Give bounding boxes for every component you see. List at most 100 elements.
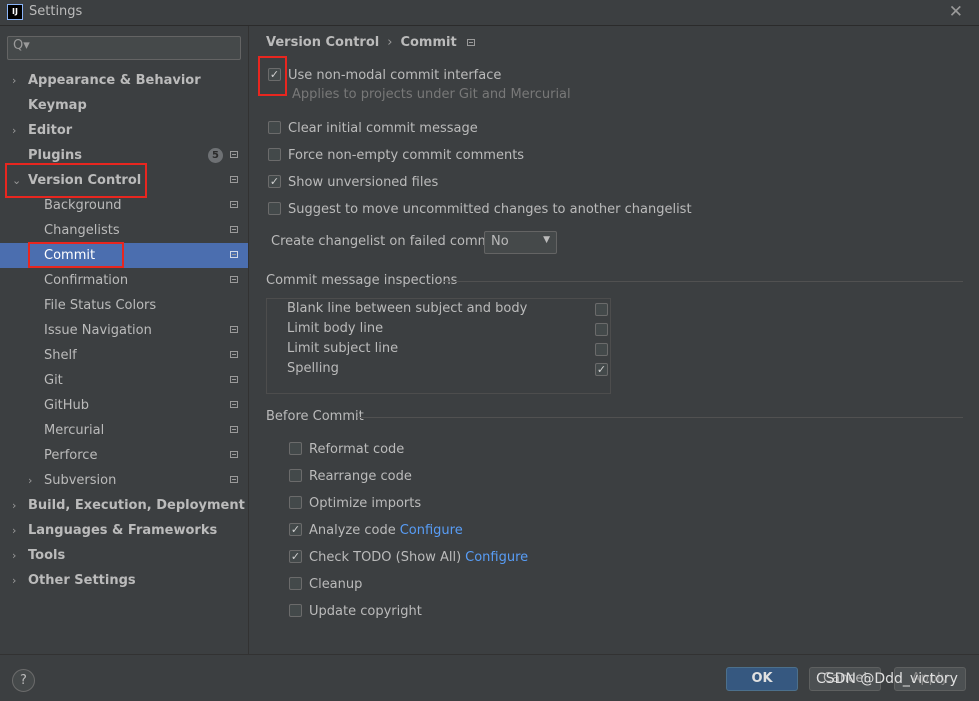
checkbox-checked-icon[interactable]: ✓	[268, 68, 281, 81]
checkbox-checked-icon[interactable]: ✓	[289, 550, 302, 563]
search-input[interactable]	[32, 39, 236, 57]
project-settings-icon	[230, 276, 238, 283]
project-settings-icon	[230, 401, 238, 408]
checkbox-unchecked-icon[interactable]	[289, 442, 302, 455]
chevron-down-icon: ▼	[543, 235, 550, 245]
chevron-right-icon[interactable]: ›	[12, 568, 16, 593]
sidebar-item-changelists[interactable]: Changelists	[0, 218, 248, 243]
sidebar-item-build[interactable]: › Build, Execution, Deployment	[0, 493, 248, 518]
inspection-row[interactable]: Limit subject line	[267, 339, 612, 359]
close-icon[interactable]: ✕	[949, 2, 963, 22]
clear-initial-message-checkbox[interactable]: Clear initial commit message	[268, 119, 478, 139]
checkbox-checked-icon[interactable]: ✓	[289, 523, 302, 536]
sidebar-item-keymap[interactable]: Keymap	[0, 93, 248, 118]
checkbox-unchecked-icon[interactable]	[595, 303, 608, 316]
suggest-move-checkbox[interactable]: Suggest to move uncommitted changes to a…	[268, 200, 692, 220]
optimize-imports-checkbox[interactable]: Optimize imports	[289, 494, 421, 514]
sidebar-item-editor[interactable]: › Editor	[0, 118, 248, 143]
project-settings-icon	[230, 176, 238, 183]
project-settings-icon	[230, 451, 238, 458]
checkbox-checked-icon[interactable]: ✓	[268, 175, 281, 188]
sidebar-item-file-status-colors[interactable]: File Status Colors	[0, 293, 248, 318]
sidebar-item-commit[interactable]: Commit	[0, 243, 248, 268]
force-non-empty-checkbox[interactable]: Force non-empty commit comments	[268, 146, 524, 166]
app-logo-icon: IJ	[7, 4, 23, 20]
apply-button[interactable]: Apply	[894, 667, 966, 691]
chevron-down-icon[interactable]: ⌄	[12, 168, 21, 193]
inspection-row[interactable]: Limit body line	[267, 319, 612, 339]
settings-content: Version Control › Commit ✓ Use non-modal co…	[249, 26, 979, 654]
breadcrumb-separator: ›	[387, 35, 393, 50]
chevron-right-icon[interactable]: ›	[12, 543, 16, 568]
search-icon: Q▾	[13, 38, 30, 53]
inspections-list: Blank line between subject and body Limi…	[266, 298, 611, 394]
project-settings-icon	[230, 201, 238, 208]
inspection-row[interactable]: Blank line between subject and body	[267, 299, 612, 319]
chevron-right-icon[interactable]: ›	[12, 118, 16, 143]
project-settings-icon	[230, 426, 238, 433]
project-settings-icon	[230, 476, 238, 483]
project-settings-icon	[230, 251, 238, 258]
settings-sidebar: Q▾ › Appearance & Behavior Keymap › Edit…	[0, 26, 249, 654]
project-settings-icon	[230, 351, 238, 358]
project-settings-icon	[230, 226, 238, 233]
sidebar-item-plugins[interactable]: Plugins 5	[0, 143, 248, 168]
sidebar-item-shelf[interactable]: Shelf	[0, 343, 248, 368]
project-settings-icon	[230, 326, 238, 333]
sidebar-item-mercurial[interactable]: Mercurial	[0, 418, 248, 443]
window-title: Settings	[29, 4, 83, 19]
analyze-code-checkbox[interactable]: ✓ Analyze code Configure	[289, 521, 463, 541]
chevron-right-icon[interactable]: ›	[28, 468, 32, 493]
checkbox-unchecked-icon[interactable]	[289, 577, 302, 590]
sidebar-item-version-control[interactable]: ⌄ Version Control	[0, 168, 248, 193]
breadcrumb: Version Control › Commit	[266, 35, 475, 50]
checkbox-checked-icon[interactable]: ✓	[595, 363, 608, 376]
sidebar-item-github[interactable]: GitHub	[0, 393, 248, 418]
reformat-code-checkbox[interactable]: Reformat code	[289, 440, 404, 460]
sidebar-item-background[interactable]: Background	[0, 193, 248, 218]
check-todo-configure-link[interactable]: Configure	[465, 550, 528, 565]
ok-button[interactable]: OK	[726, 667, 798, 691]
before-commit-section-title: Before Commit	[266, 409, 364, 424]
check-todo-checkbox[interactable]: ✓ Check TODO (Show All) Configure	[289, 548, 528, 568]
chevron-right-icon[interactable]: ›	[12, 493, 16, 518]
update-copyright-checkbox[interactable]: Update copyright	[289, 602, 422, 622]
title-bar: IJ Settings ✕	[0, 0, 979, 26]
dialog-button-bar: ? OK Cancel Apply CSDN @Ddd_victory	[0, 654, 979, 701]
sidebar-item-appearance[interactable]: › Appearance & Behavior	[0, 68, 248, 93]
plugins-update-badge: 5	[208, 148, 223, 163]
cancel-button[interactable]: Cancel	[809, 667, 881, 691]
checkbox-unchecked-icon[interactable]	[289, 496, 302, 509]
sidebar-item-confirmation[interactable]: Confirmation	[0, 268, 248, 293]
checkbox-unchecked-icon[interactable]	[268, 202, 281, 215]
help-button[interactable]: ?	[12, 669, 35, 692]
checkbox-unchecked-icon[interactable]	[595, 323, 608, 336]
show-unversioned-checkbox[interactable]: ✓ Show unversioned files	[268, 173, 438, 193]
checkbox-unchecked-icon[interactable]	[268, 148, 281, 161]
non-modal-commit-checkbox[interactable]: ✓ Use non-modal commit interface	[268, 66, 501, 86]
chevron-right-icon[interactable]: ›	[12, 518, 16, 543]
section-divider	[357, 417, 963, 418]
analyze-code-configure-link[interactable]: Configure	[400, 523, 463, 538]
non-modal-hint: Applies to projects under Git and Mercur…	[292, 87, 571, 102]
sidebar-item-languages[interactable]: › Languages & Frameworks	[0, 518, 248, 543]
changelist-dropdown[interactable]: No ▼	[484, 231, 557, 254]
inspection-row[interactable]: Spelling ✓	[267, 359, 612, 379]
sidebar-item-git[interactable]: Git	[0, 368, 248, 393]
sidebar-item-other-settings[interactable]: › Other Settings	[0, 568, 248, 593]
checkbox-unchecked-icon[interactable]	[268, 121, 281, 134]
checkbox-unchecked-icon[interactable]	[289, 469, 302, 482]
sidebar-item-tools[interactable]: › Tools	[0, 543, 248, 568]
breadcrumb-parent[interactable]: Version Control	[266, 35, 379, 50]
cleanup-checkbox[interactable]: Cleanup	[289, 575, 362, 595]
sidebar-item-subversion[interactable]: › Subversion	[0, 468, 248, 493]
chevron-right-icon[interactable]: ›	[12, 68, 16, 93]
project-settings-icon	[466, 39, 475, 46]
checkbox-unchecked-icon[interactable]	[289, 604, 302, 617]
rearrange-code-checkbox[interactable]: Rearrange code	[289, 467, 412, 487]
sidebar-item-issue-navigation[interactable]: Issue Navigation	[0, 318, 248, 343]
section-divider	[443, 281, 963, 282]
checkbox-unchecked-icon[interactable]	[595, 343, 608, 356]
sidebar-item-perforce[interactable]: Perforce	[0, 443, 248, 468]
search-box[interactable]: Q▾	[7, 36, 241, 60]
